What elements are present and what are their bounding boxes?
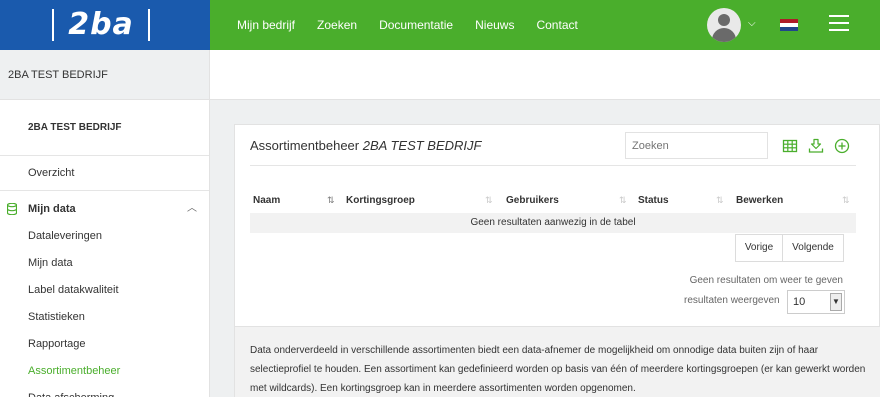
empty-table-row: Geen resultaten aanwezig in de tabel xyxy=(250,213,856,233)
avatar-body xyxy=(712,28,736,42)
main-nav: Mijn bedrijf Zoeken Documentatie Nieuws … xyxy=(226,0,589,50)
nav-zoeken[interactable]: Zoeken xyxy=(317,18,357,32)
dutch-flag-icon[interactable] xyxy=(780,19,798,31)
assortiment-panel: Assortimentbeheer 2BA TEST BEDRIJF Naam … xyxy=(234,124,880,397)
sort-icon[interactable]: ⇅ xyxy=(619,191,627,211)
logo[interactable]: 2ba xyxy=(52,9,150,41)
download-icon[interactable] xyxy=(808,138,824,154)
sidebar-item-mijn-data[interactable]: Mijn data xyxy=(0,250,209,277)
nav-nieuws[interactable]: Nieuws xyxy=(475,18,514,32)
title-divider xyxy=(250,165,856,166)
sidebar-item-data-afscherming[interactable]: Data afscherming xyxy=(0,385,209,397)
content-header-strip xyxy=(210,50,880,100)
sort-icon[interactable]: ⇅ xyxy=(716,191,724,211)
page-title: Assortimentbeheer 2BA TEST BEDRIJF xyxy=(250,138,481,153)
sidebar: 2BA TEST BEDRIJF 2BA TEST BEDRIJF Overzi… xyxy=(0,50,210,397)
sidebar-item-dataleveringen[interactable]: Dataleveringen xyxy=(0,223,209,250)
next-page-button[interactable]: Volgende xyxy=(782,234,844,262)
sidebar-item-statistieken[interactable]: Statistieken xyxy=(0,304,209,331)
sidebar-item-overzicht[interactable]: Overzicht xyxy=(0,156,209,191)
nav-mijn-bedrijf[interactable]: Mijn bedrijf xyxy=(237,18,295,32)
sort-icon[interactable]: ⇅ xyxy=(485,191,493,211)
table-header: Naam ⇅ Kortingsgroep ⇅ Gebruikers ⇅ Stat… xyxy=(250,191,856,211)
per-page-value: 10 xyxy=(793,296,806,308)
sort-active-icon[interactable]: ⇅ xyxy=(327,191,335,211)
column-header-gebruikers[interactable]: Gebruikers xyxy=(506,191,559,211)
chevron-down-icon[interactable]: ▼ xyxy=(830,293,842,311)
column-header-naam[interactable]: Naam xyxy=(253,191,280,211)
column-header-bewerken[interactable]: Bewerken xyxy=(736,191,783,211)
sidebar-item-label-datakwaliteit[interactable]: Label datakwaliteit xyxy=(0,277,209,304)
previous-page-button[interactable]: Vorige xyxy=(735,234,783,262)
logo-area[interactable]: 2ba xyxy=(0,0,210,50)
search-input[interactable] xyxy=(625,132,768,159)
database-icon xyxy=(7,203,17,215)
nav-documentatie[interactable]: Documentatie xyxy=(379,18,453,32)
description-text: Data onderverdeeld in verschillende asso… xyxy=(235,326,880,397)
hamburger-menu-icon[interactable] xyxy=(829,15,849,35)
sidebar-company-header: 2BA TEST BEDRIJF xyxy=(0,50,209,100)
sidebar-item-assortimentbeheer[interactable]: Assortimentbeheer xyxy=(0,358,209,385)
user-menu-chevron-down-icon[interactable]: ⌵ xyxy=(748,18,756,29)
page-title-company: 2BA TEST BEDRIJF xyxy=(362,138,482,153)
page-title-text: Assortimentbeheer xyxy=(250,138,360,153)
column-header-kortingsgroep[interactable]: Kortingsgroep xyxy=(346,191,415,211)
results-info: Geen resultaten om weer te geven xyxy=(689,275,843,286)
sidebar-company-name[interactable]: 2BA TEST BEDRIJF xyxy=(0,100,209,156)
sort-icon[interactable]: ⇅ xyxy=(842,191,850,211)
sidebar-group-label: Mijn data xyxy=(28,203,76,215)
add-circle-icon[interactable] xyxy=(834,138,850,154)
chevron-up-icon[interactable]: ︿ xyxy=(187,195,197,223)
nav-contact[interactable]: Contact xyxy=(536,18,577,32)
grid-table-icon[interactable] xyxy=(782,138,798,154)
user-avatar-icon[interactable] xyxy=(707,8,741,42)
per-page-select[interactable]: 10 ▼ xyxy=(787,290,845,314)
column-header-status[interactable]: Status xyxy=(638,191,669,211)
sidebar-item-rapportage[interactable]: Rapportage xyxy=(0,331,209,358)
avatar-head xyxy=(718,14,730,26)
top-navigation-bar: 2ba Mijn bedrijf Zoeken Documentatie Nie… xyxy=(0,0,880,50)
per-page-label: resultaten weergeven xyxy=(684,295,780,306)
sidebar-group-mijn-data[interactable]: Mijn data ︿ xyxy=(0,195,209,223)
